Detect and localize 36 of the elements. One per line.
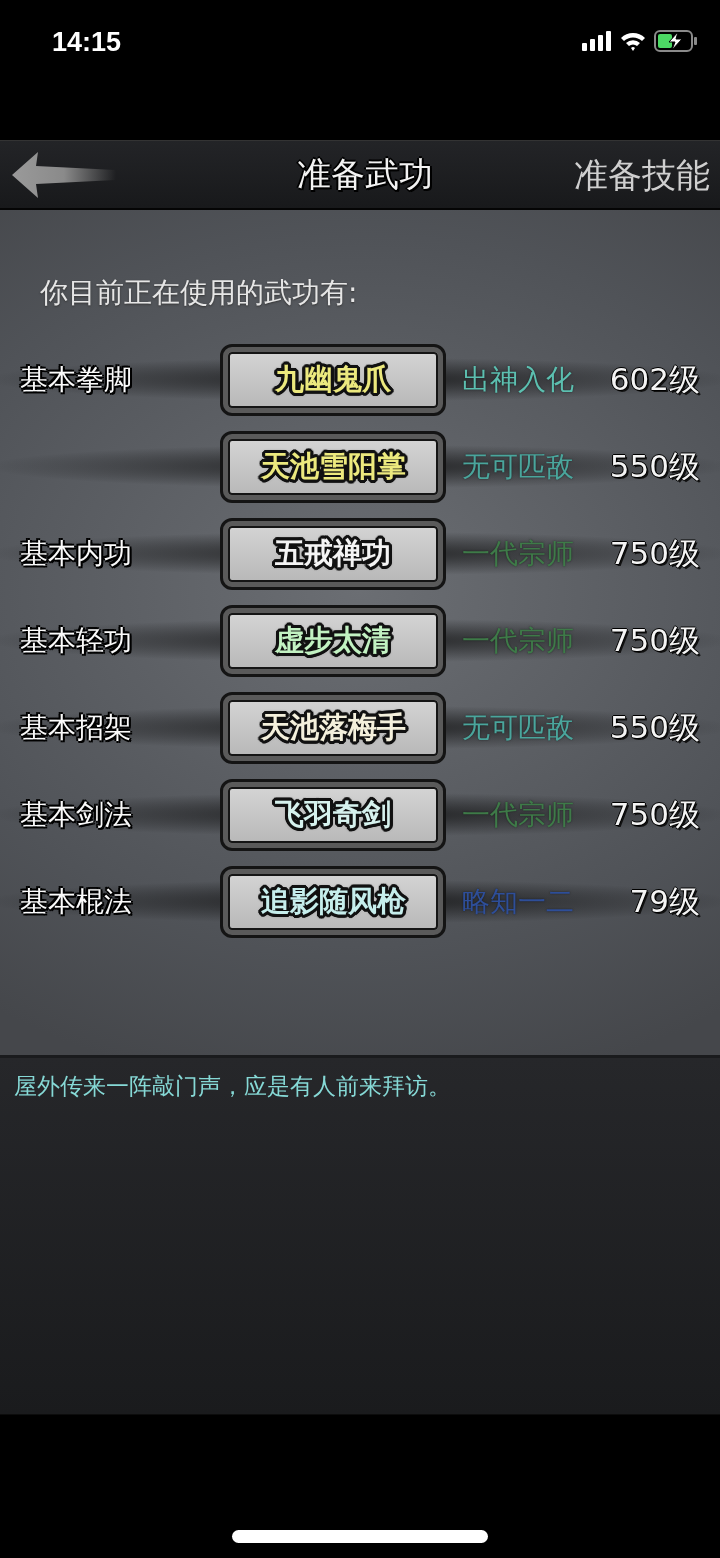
grade-label: 79级 (628, 882, 700, 922)
switch-tab-button[interactable]: 准备技能 (574, 153, 710, 196)
grade-label: 602级 (608, 360, 700, 400)
rank-label: 无可匹敌 (462, 710, 575, 745)
skill-button[interactable]: 虚步太清 (220, 604, 446, 677)
skill-button[interactable]: 追影随风枪 (220, 865, 446, 938)
grade-label: 750级 (608, 795, 700, 835)
skill-button[interactable]: 五戒禅功 (220, 517, 446, 590)
panel-heading: 你目前正在使用的武功有: (40, 276, 359, 310)
grade-label: 750级 (608, 534, 700, 574)
skill-button[interactable]: 飞羽奇剑 (220, 778, 446, 851)
rank-label: 一代宗师 (462, 536, 575, 571)
rank-label: 一代宗师 (462, 797, 575, 832)
grade-label: 550级 (608, 447, 700, 487)
rank-label: 无可匹敌 (462, 449, 575, 484)
category-label: 基本棍法 (20, 884, 133, 919)
page-title: 准备武功 (297, 154, 433, 195)
battery-charging-icon (654, 30, 698, 52)
message-text: 屋外传来一阵敲门声，应是有人前来拜访。 (14, 1072, 452, 1101)
skill-button[interactable]: 天池雪阳掌 (220, 430, 446, 503)
skill-button[interactable]: 九幽鬼爪 (220, 343, 446, 416)
status-time: 14:15 (52, 26, 122, 58)
category-label: 基本剑法 (20, 797, 133, 832)
back-button[interactable] (12, 151, 116, 198)
category-label: 基本招架 (20, 710, 133, 745)
skill-button[interactable]: 天池落梅手 (220, 691, 446, 764)
wifi-icon (620, 31, 646, 51)
rank-label: 出神入化 (462, 362, 575, 397)
grade-label: 750级 (608, 621, 700, 661)
category-label: 基本拳脚 (20, 362, 133, 397)
grade-label: 550级 (608, 708, 700, 748)
category-label: 基本内功 (20, 536, 133, 571)
category-label: 基本轻功 (20, 623, 133, 658)
signal-icon (582, 31, 612, 51)
back-arrow-icon (12, 151, 116, 198)
rank-label: 略知一二 (462, 884, 575, 919)
